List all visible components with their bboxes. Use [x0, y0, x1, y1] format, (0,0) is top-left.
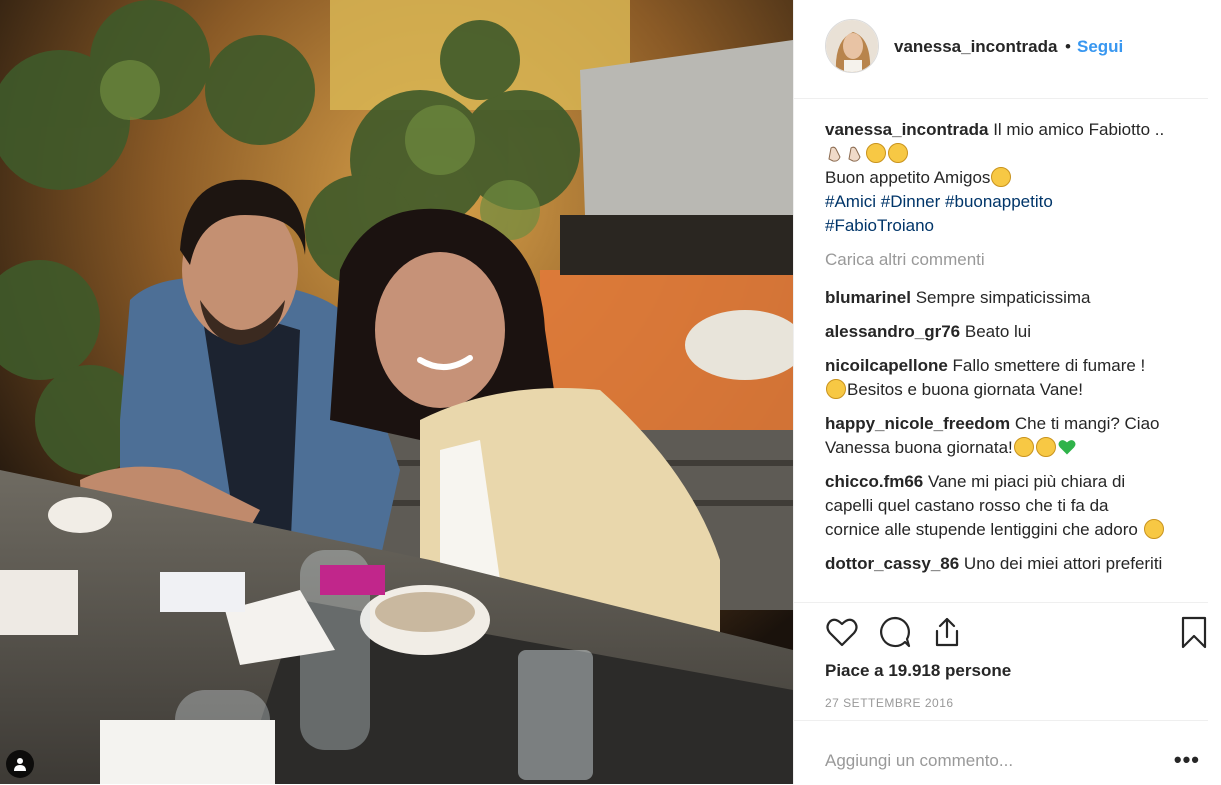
- hashtag[interactable]: #FabioTroiano: [825, 216, 934, 235]
- clapping-hands-emoji: [825, 143, 845, 163]
- comment: blumarinel Sempre simpaticissima: [825, 286, 1185, 310]
- hashtag[interactable]: #Dinner: [881, 192, 941, 211]
- comment-username[interactable]: blumarinel: [825, 288, 911, 307]
- avatar[interactable]: [825, 19, 879, 73]
- avatar-image: [826, 20, 878, 72]
- smiling-face-emoji: [866, 143, 886, 163]
- comment-text: Beato lui: [964, 322, 1032, 341]
- caption-line1: Il mio amico Fabiotto ..: [993, 120, 1165, 139]
- hashtag[interactable]: #Amici: [825, 192, 876, 211]
- comment-text: Fallo smettere di fumare !: [952, 356, 1146, 375]
- post-sidebar: vanessa_incontrada • Segui vanessa_incon…: [793, 0, 1221, 784]
- comment-username[interactable]: nicoilcapellone: [825, 356, 948, 375]
- post-header: vanessa_incontrada • Segui: [794, 0, 1208, 99]
- post-date: 27 SETTEMBRE 2016: [825, 696, 954, 710]
- post-photo[interactable]: [0, 0, 793, 784]
- separator-dot: •: [1065, 37, 1071, 56]
- comment-username[interactable]: chicco.fm66: [825, 472, 923, 491]
- comment: chicco.fm66 Vane mi piaci più chiara di …: [825, 470, 1185, 542]
- photo-illustration: [0, 0, 793, 784]
- actions-divider: [794, 602, 1208, 604]
- action-bar: [825, 615, 1207, 651]
- comment-icon[interactable]: [878, 615, 912, 649]
- instagram-post: vanessa_incontrada • Segui vanessa_incon…: [0, 0, 1221, 784]
- smiling-face-emoji: [1035, 437, 1056, 457]
- bookmark-icon[interactable]: [1177, 615, 1211, 649]
- comment: alessandro_gr76 Beato lui: [825, 320, 1185, 344]
- comments-list[interactable]: vanessa_incontrada Il mio amico Fabiotto…: [825, 118, 1185, 602]
- caption-line2: Buon appetito Amigos: [825, 168, 991, 187]
- user-tag-icon: [14, 758, 26, 771]
- comment-text: Uno dei miei attori preferiti: [963, 554, 1163, 573]
- heart-icon[interactable]: [825, 615, 859, 649]
- clapping-hands-emoji: [845, 143, 865, 163]
- caption-username[interactable]: vanessa_incontrada: [825, 120, 988, 139]
- load-more-comments[interactable]: Carica altri commenti: [825, 248, 1185, 272]
- likes-count[interactable]: Piace a 19.918 persone: [825, 661, 1011, 681]
- comment-username[interactable]: happy_nicole_freedom: [825, 414, 1010, 433]
- smiling-face-emoji: [826, 379, 846, 399]
- winking-face-emoji: [1013, 437, 1034, 457]
- header-username[interactable]: vanessa_incontrada: [894, 37, 1057, 57]
- kissing-face-emoji: [1143, 519, 1164, 539]
- add-comment-bar: Aggiungi un commento... •••: [794, 720, 1208, 785]
- comment-username[interactable]: dottor_cassy_86: [825, 554, 959, 573]
- comment: happy_nicole_freedom Che ti mangi? Ciao …: [825, 412, 1185, 460]
- user-tag-button[interactable]: [6, 750, 34, 778]
- comment-username[interactable]: alessandro_gr76: [825, 322, 960, 341]
- post-caption: vanessa_incontrada Il mio amico Fabiotto…: [825, 118, 1185, 238]
- hashtag[interactable]: #buonappetito: [945, 192, 1053, 211]
- add-comment-input[interactable]: Aggiungi un commento...: [825, 751, 1013, 771]
- comment: dottor_cassy_86 Uno dei miei attori pref…: [825, 552, 1185, 576]
- smiling-face-emoji: [888, 143, 908, 163]
- more-options-button[interactable]: •••: [1174, 747, 1200, 773]
- comment: nicoilcapellone Fallo smettere di fumare…: [825, 354, 1185, 402]
- comment-text: Sempre simpaticissima: [915, 288, 1091, 307]
- share-icon[interactable]: [930, 615, 964, 649]
- comment-text: Besitos e buona giornata Vane!: [847, 380, 1083, 399]
- follow-button[interactable]: Segui: [1077, 37, 1123, 57]
- smiling-face-emoji: [991, 167, 1012, 187]
- green-heart-emoji: [1057, 437, 1077, 457]
